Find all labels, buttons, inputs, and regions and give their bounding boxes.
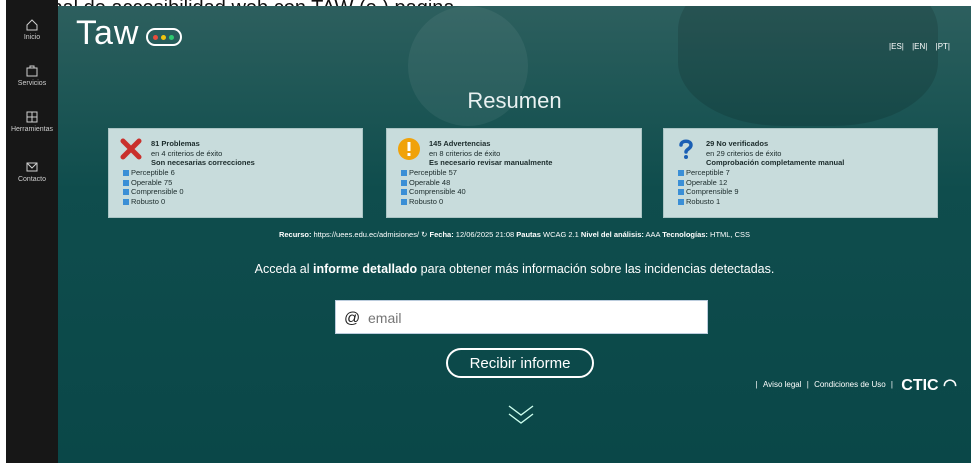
unverified-box: 29 No verificados en 29 criterios de éxi… bbox=[663, 128, 938, 218]
list-item[interactable]: Robusto 0 bbox=[123, 197, 184, 207]
warning-icon bbox=[398, 138, 420, 160]
traffic-light-icon bbox=[146, 28, 182, 46]
terms-link[interactable]: Condiciones de Uso bbox=[814, 380, 886, 389]
info-icon bbox=[123, 170, 129, 177]
list-item[interactable]: Comprensible 40 bbox=[401, 187, 466, 197]
list-item[interactable]: Operable 75 bbox=[123, 178, 184, 188]
box-note: Es necesario revisar manualmente bbox=[429, 158, 553, 167]
info-icon bbox=[401, 198, 407, 205]
resource-url: https://uees.edu.ec/admisiones/ bbox=[313, 230, 420, 239]
report-prompt: Acceda al informe detallado para obtener… bbox=[254, 262, 775, 276]
lang-pt-link[interactable]: |PT| bbox=[936, 42, 950, 51]
tools-icon bbox=[26, 111, 38, 123]
briefcase-icon bbox=[26, 65, 38, 77]
sidebar-item-servicios[interactable]: Servicios bbox=[6, 64, 58, 87]
box-title: 29 No verificados bbox=[706, 139, 769, 148]
language-selector: |ES| |EN| |PT| bbox=[886, 42, 953, 51]
info-icon bbox=[678, 198, 684, 205]
info-icon bbox=[678, 189, 684, 196]
problems-box: 81 Problemas en 4 criterios de éxito Son… bbox=[108, 128, 363, 218]
legal-notice-link[interactable]: Aviso legal bbox=[763, 380, 802, 389]
box-note: Comprobación completamente manual bbox=[706, 158, 845, 167]
info-icon bbox=[401, 189, 407, 196]
at-icon: @ bbox=[344, 310, 361, 327]
email-field[interactable] bbox=[366, 304, 700, 332]
mail-icon bbox=[26, 162, 38, 172]
info-icon bbox=[678, 170, 684, 177]
box-note: Son necesarias correcciones bbox=[151, 158, 255, 167]
info-icon bbox=[123, 198, 129, 205]
list-item[interactable]: Operable 48 bbox=[401, 178, 466, 188]
info-icon bbox=[401, 170, 407, 177]
sidebar: Inicio Servicios Herramientas Contacto bbox=[6, 0, 58, 463]
sidebar-item-label: Servicios bbox=[17, 80, 47, 87]
list-item[interactable]: Operable 12 bbox=[678, 178, 739, 188]
list-item[interactable]: Perceptible 57 bbox=[401, 168, 466, 178]
ctic-logo[interactable]: CTIC ◠ bbox=[901, 375, 957, 395]
list-item[interactable]: Perceptible 7 bbox=[678, 168, 739, 178]
list-item[interactable]: Robusto 1 bbox=[678, 197, 739, 207]
lang-en-link[interactable]: |EN| bbox=[912, 42, 927, 51]
box-subtitle: en 8 criterios de éxito bbox=[429, 149, 501, 158]
page-title: Resumen bbox=[467, 88, 562, 113]
info-icon bbox=[678, 179, 684, 186]
box-title: 81 Problemas bbox=[151, 139, 200, 148]
list-item[interactable]: Comprensible 9 bbox=[678, 187, 739, 197]
warnings-box: 145 Advertencias en 8 criterios de éxito… bbox=[386, 128, 642, 218]
receive-report-button[interactable]: Recibir informe bbox=[446, 348, 594, 378]
taw-logo[interactable]: Taw bbox=[76, 14, 139, 53]
lang-es-link[interactable]: |ES| bbox=[889, 42, 904, 51]
box-subtitle: en 4 criterios de éxito bbox=[151, 149, 223, 158]
box-title: 145 Advertencias bbox=[429, 139, 491, 148]
sidebar-item-inicio[interactable]: Inicio bbox=[6, 18, 58, 41]
sidebar-item-label: Contacto bbox=[17, 176, 47, 183]
question-icon bbox=[679, 139, 693, 159]
footer-links: | Aviso legal | Condiciones de Uso | bbox=[755, 380, 893, 389]
info-icon bbox=[123, 179, 129, 186]
list-item[interactable]: Robusto 0 bbox=[401, 197, 466, 207]
list-item[interactable]: Comprensible 0 bbox=[123, 187, 184, 197]
home-icon bbox=[26, 19, 38, 31]
list-item[interactable]: Perceptible 6 bbox=[123, 168, 184, 178]
sidebar-item-label: Herramientas bbox=[10, 126, 53, 133]
info-icon bbox=[401, 179, 407, 186]
info-icon bbox=[123, 189, 129, 196]
analysis-meta: Recurso: https://uees.edu.ec/admisiones/… bbox=[278, 230, 751, 239]
refresh-icon[interactable]: ↻ bbox=[421, 230, 427, 239]
chevron-down-icon[interactable] bbox=[507, 404, 535, 426]
box-subtitle: en 29 criterios de éxito bbox=[706, 149, 782, 158]
sidebar-item-herramientas[interactable]: Herramientas bbox=[6, 110, 58, 133]
main-panel: Taw |ES| |EN| |PT| Resumen 81 Problemas … bbox=[58, 6, 971, 463]
email-field-wrapper: @ bbox=[335, 300, 708, 334]
error-x-icon bbox=[120, 138, 142, 160]
sidebar-item-label: Inicio bbox=[23, 34, 41, 41]
sidebar-item-contacto[interactable]: Contacto bbox=[6, 160, 58, 183]
